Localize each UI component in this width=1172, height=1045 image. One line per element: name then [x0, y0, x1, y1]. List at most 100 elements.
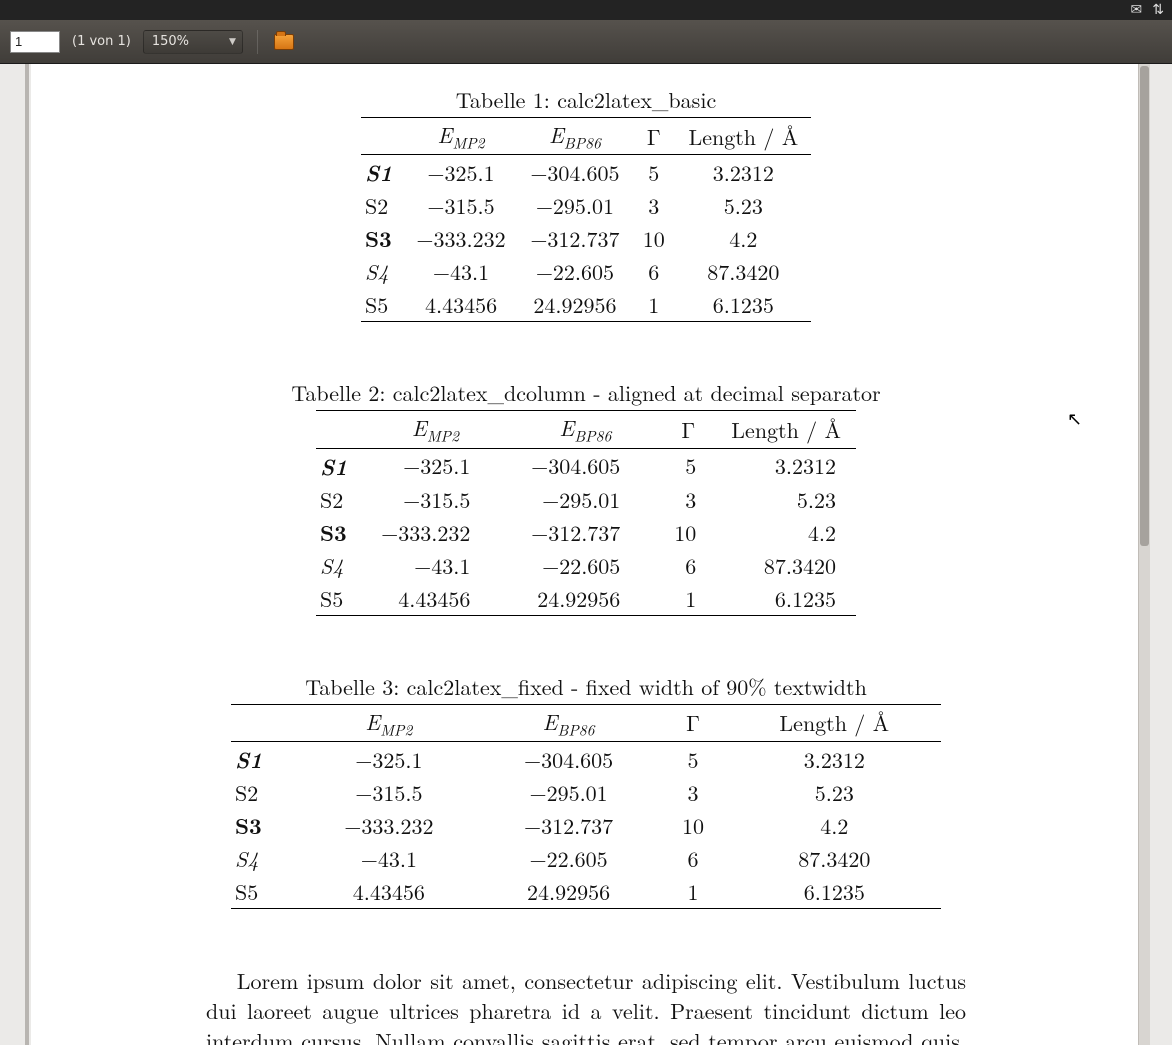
table-row: S3−333.232−312.737104.2 — [231, 809, 941, 842]
row-label: S5 — [316, 582, 360, 616]
table-header: Length / Å — [676, 118, 811, 155]
table-cell: 1 — [660, 582, 716, 616]
table-cell: 5.23 — [728, 776, 941, 809]
table-cell: 4.43456 — [299, 875, 479, 909]
table-header: EMP2 — [360, 411, 510, 448]
table-header: EBP86 — [479, 704, 659, 741]
document-page: Tabelle 1: calc2latex_basicEMP2EBP86ΓLen… — [31, 64, 1141, 1045]
table-row: S4−43.1−22.605687.3420 — [231, 842, 941, 875]
table-cell: −325.1 — [360, 448, 510, 483]
row-label: S3 — [361, 222, 404, 255]
chevron-down-icon: ▼ — [229, 37, 236, 47]
row-label: S1 — [231, 742, 299, 777]
table-cell: 4.43456 — [360, 582, 510, 616]
table-header — [361, 118, 404, 155]
table-wrap: Tabelle 3: calc2latex_fixed - fixed widt… — [206, 671, 966, 944]
row-label: S1 — [316, 448, 360, 483]
mail-icon[interactable]: ✉ — [1131, 3, 1143, 17]
table-cell: 4.2 — [676, 222, 811, 255]
row-label: S2 — [231, 776, 299, 809]
row-label: S3 — [316, 516, 360, 549]
table-cell: 10 — [632, 222, 676, 255]
table-header: EMP2 — [299, 704, 479, 741]
table-row: S3−333.232−312.737104.2 — [361, 222, 811, 255]
system-tray: ✉ ⇅ — [0, 0, 1172, 20]
table-cell: −333.232 — [299, 809, 479, 842]
row-label: S3 — [231, 809, 299, 842]
table-wrap: Tabelle 1: calc2latex_basicEMP2EBP86ΓLen… — [206, 84, 966, 377]
table-cell: 6 — [658, 842, 727, 875]
table-cell: −43.1 — [404, 255, 518, 288]
table-cell: 6 — [660, 549, 716, 582]
zoom-value: 150% — [152, 34, 189, 49]
table-cell: 3 — [632, 189, 676, 222]
network-icon[interactable]: ⇅ — [1152, 3, 1164, 17]
table-cell: 5 — [632, 155, 676, 190]
data-table: EMP2EBP86ΓLength / ÅS1−325.1−304.60553.2… — [316, 410, 856, 615]
table-cell: −43.1 — [299, 842, 479, 875]
zoom-select[interactable]: 150% ▼ — [143, 30, 243, 54]
table-cell: 5.23 — [676, 189, 811, 222]
table-header: EMP2 — [404, 118, 518, 155]
table-cell: 24.92956 — [518, 288, 632, 322]
table-caption: Tabelle 2: calc2latex_dcolumn - aligned … — [291, 377, 880, 408]
row-label: S5 — [361, 288, 404, 322]
table-header: EBP86 — [510, 411, 660, 448]
table-row: S4−43.1−22.605687.3420 — [316, 549, 856, 582]
table-cell: −295.01 — [510, 483, 660, 516]
toolbar-separator — [257, 30, 258, 54]
table-cell: 3 — [658, 776, 727, 809]
row-label: S4 — [231, 842, 299, 875]
table-cell: −295.01 — [479, 776, 659, 809]
table-cell: 3.2312 — [676, 155, 811, 190]
table-header: Length / Å — [716, 411, 856, 448]
table-cell: −315.5 — [360, 483, 510, 516]
table-header: Γ — [660, 411, 716, 448]
open-file-button[interactable] — [272, 31, 296, 53]
table-cell: 3.2312 — [716, 448, 856, 483]
folder-icon — [274, 34, 294, 50]
page-number-input[interactable] — [10, 31, 60, 53]
table-cell: −312.737 — [510, 516, 660, 549]
page-count-label: (1 von 1) — [72, 34, 131, 49]
vertical-scrollbar[interactable] — [1138, 64, 1150, 1045]
table-row: S1−325.1−304.60553.2312 — [361, 155, 811, 190]
table-cell: −295.01 — [518, 189, 632, 222]
table-cell: −333.232 — [360, 516, 510, 549]
data-table: EMP2EBP86ΓLength / ÅS1−325.1−304.60553.2… — [361, 117, 811, 322]
table-row: S54.4345624.9295616.1235 — [231, 875, 941, 909]
table-wrap: Tabelle 2: calc2latex_dcolumn - aligned … — [206, 377, 966, 670]
table-cell: 6 — [632, 255, 676, 288]
table-cell: 3 — [660, 483, 716, 516]
table-row: S4−43.1−22.605687.3420 — [361, 255, 811, 288]
table-cell: 87.3420 — [728, 842, 941, 875]
table-header — [316, 411, 360, 448]
table-cell: −304.605 — [479, 742, 659, 777]
table-cell: 24.92956 — [479, 875, 659, 909]
table-row: S1−325.1−304.60553.2312 — [231, 742, 941, 777]
row-label: S4 — [361, 255, 404, 288]
row-label: S2 — [316, 483, 360, 516]
scrollbar-thumb[interactable] — [1140, 66, 1149, 546]
table-header: Γ — [632, 118, 676, 155]
table-header: Γ — [658, 704, 727, 741]
table-cell: 87.3420 — [676, 255, 811, 288]
table-cell: −22.605 — [510, 549, 660, 582]
table-cell: −312.737 — [518, 222, 632, 255]
table-cell: −43.1 — [360, 549, 510, 582]
table-cell: 4.2 — [728, 809, 941, 842]
table-cell: 4.43456 — [404, 288, 518, 322]
table-cell: 1 — [632, 288, 676, 322]
table-cell: −325.1 — [404, 155, 518, 190]
table-cell: 4.2 — [716, 516, 856, 549]
table-cell: 24.92956 — [510, 582, 660, 616]
table-cell: −333.232 — [404, 222, 518, 255]
table-cell: −22.605 — [479, 842, 659, 875]
table-cell: −304.605 — [510, 448, 660, 483]
page-shadow — [25, 64, 29, 1045]
table-cell: −315.5 — [299, 776, 479, 809]
table-caption: Tabelle 1: calc2latex_basic — [456, 84, 716, 115]
table-row: S54.4345624.9295616.1235 — [316, 582, 856, 616]
table-cell: −22.605 — [518, 255, 632, 288]
table-cell: 3.2312 — [728, 742, 941, 777]
